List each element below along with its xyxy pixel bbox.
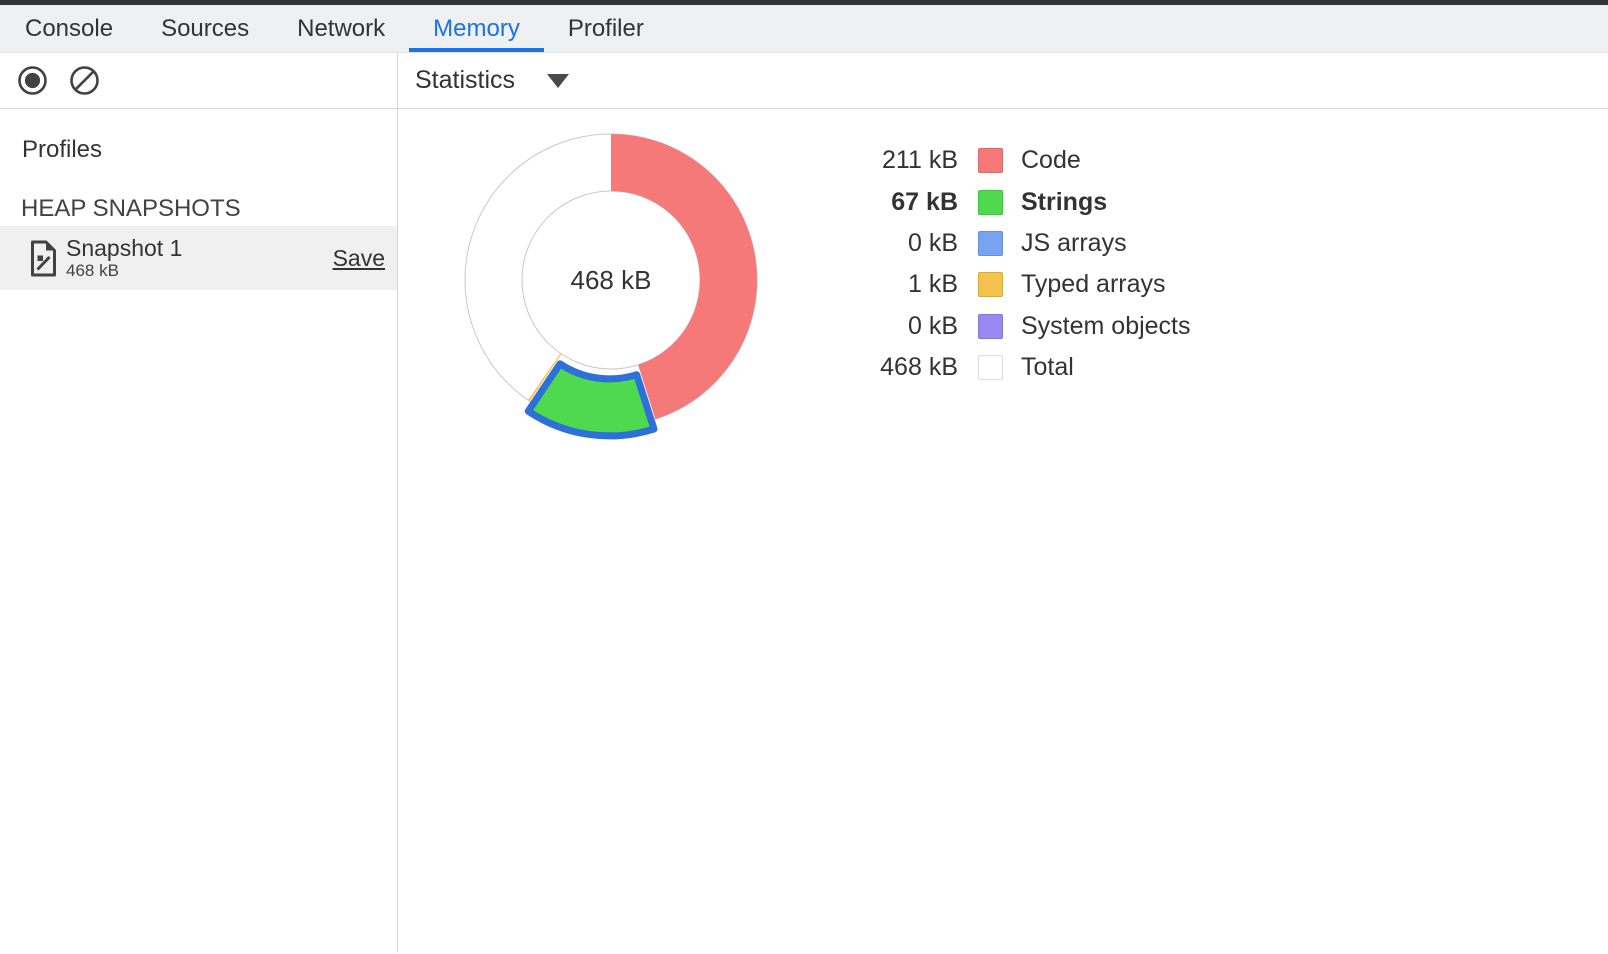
heap-snapshot-document-icon (30, 240, 57, 277)
clear-icon (69, 65, 100, 96)
legend-value: 468 kB (848, 353, 958, 382)
legend-color-swatch (978, 231, 1003, 256)
legend-label: Strings (1021, 188, 1107, 217)
tab-network[interactable]: Network (273, 5, 409, 52)
legend-color-swatch (978, 355, 1003, 380)
legend-value: 67 kB (848, 188, 958, 217)
profiles-header: Profiles (22, 135, 397, 164)
dropdown-arrow-icon (547, 74, 569, 88)
devtools-memory-panel: ConsoleSourcesNetworkMemoryProfiler (0, 0, 1608, 954)
panel-tab-bar: ConsoleSourcesNetworkMemoryProfiler (0, 5, 1608, 53)
tab-sources[interactable]: Sources (137, 5, 273, 52)
legend-row-system-objects[interactable]: 0 kB System objects (848, 306, 1191, 347)
legend-label: Typed arrays (1021, 270, 1166, 299)
memory-view-toolbar: Statistics (398, 53, 1608, 109)
snapshot-title: Snapshot 1 (66, 236, 182, 261)
legend-row-strings[interactable]: 67 kB Strings (848, 181, 1191, 222)
statistics-chart-area: 468 kB 211 kB Code 67 kB Strings 0 kB JS arra… (398, 109, 1608, 953)
panel-body: Profiles HEAP SNAPSHOTS Snapshot 1 468 k… (0, 53, 1608, 953)
legend-value: 0 kB (848, 229, 958, 258)
profiles-list: Profiles HEAP SNAPSHOTS Snapshot 1 468 k… (0, 109, 397, 953)
record-icon (17, 65, 48, 96)
clear-all-profiles-button[interactable] (69, 65, 100, 96)
snapshot-list-item[interactable]: Snapshot 1 468 kB Save (0, 226, 397, 290)
view-mode-selected-value: Statistics (415, 66, 515, 95)
chart-legend: 211 kB Code 67 kB Strings 0 kB JS arrays 1 kB T… (848, 140, 1191, 388)
legend-label: Total (1021, 353, 1074, 382)
tab-profiler[interactable]: Profiler (544, 5, 668, 52)
legend-row-code[interactable]: 211 kB Code (848, 140, 1191, 181)
legend-row-typed-arrays[interactable]: 1 kB Typed arrays (848, 264, 1191, 305)
heap-snapshots-section-header: HEAP SNAPSHOTS (21, 194, 397, 223)
legend-color-swatch (978, 272, 1003, 297)
snapshot-size: 468 kB (66, 261, 182, 280)
legend-color-swatch (978, 190, 1003, 215)
profiles-toolbar (0, 53, 397, 109)
legend-label: Code (1021, 146, 1081, 175)
heap-statistics-donut-chart[interactable]: 468 kB (456, 125, 766, 435)
legend-row-js-arrays[interactable]: 0 kB JS arrays (848, 223, 1191, 264)
snapshot-meta: Snapshot 1 468 kB (66, 236, 182, 280)
legend-label: System objects (1021, 312, 1191, 341)
memory-main-pane: Statistics 468 kB 211 kB Code 67 kB Strings… (398, 53, 1608, 953)
save-snapshot-link[interactable]: Save (333, 245, 385, 272)
legend-color-swatch (978, 314, 1003, 339)
legend-value: 211 kB (848, 146, 958, 175)
view-mode-dropdown[interactable]: Statistics (415, 66, 569, 95)
legend-color-swatch (978, 148, 1003, 173)
legend-row-total[interactable]: 468 kB Total (848, 347, 1191, 388)
donut-outline-ring (522, 191, 700, 369)
profiles-sidebar: Profiles HEAP SNAPSHOTS Snapshot 1 468 k… (0, 53, 398, 953)
legend-label: JS arrays (1021, 229, 1127, 258)
record-heap-snapshot-button[interactable] (17, 65, 48, 96)
tab-memory[interactable]: Memory (409, 5, 544, 52)
legend-value: 0 kB (848, 312, 958, 341)
tab-console[interactable]: Console (1, 5, 137, 52)
legend-value: 1 kB (848, 270, 958, 299)
